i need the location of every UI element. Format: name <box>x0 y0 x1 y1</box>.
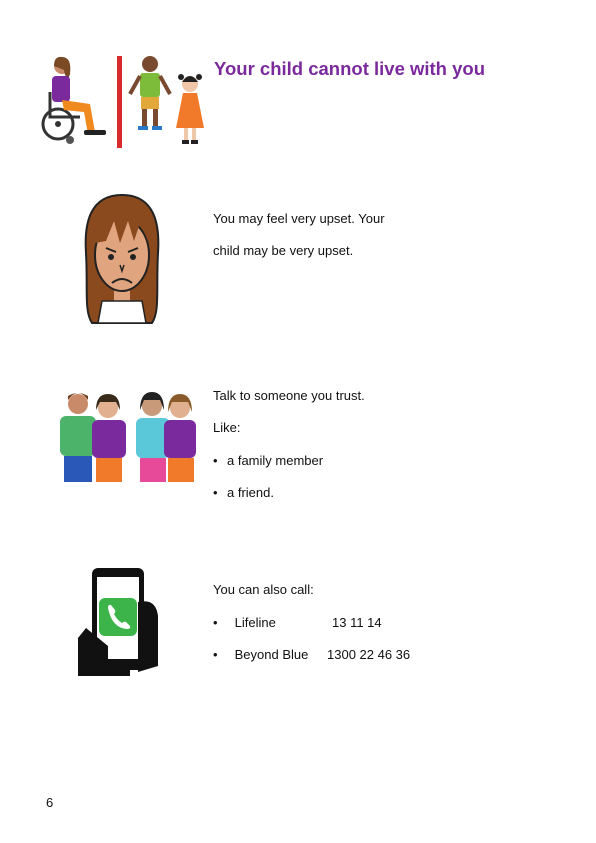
contact-number: 1300 22 46 36 <box>327 647 411 662</box>
contact-name: Beyond Blue <box>234 647 309 662</box>
contact-row-lifeline: • Lifeline <box>213 615 276 631</box>
list-item: • a family member <box>213 453 323 469</box>
contact-row-beyond-blue: • Beyond Blue <box>213 647 308 663</box>
bullet-icon: • <box>213 647 218 662</box>
bullet-icon: • <box>213 615 218 630</box>
parent-separated-from-children-icon <box>40 52 210 152</box>
contact-number: 13 11 14 <box>332 615 382 630</box>
group-of-people-icon <box>56 388 198 482</box>
trust-text-line-2: Like: <box>213 420 241 435</box>
contact-name: Lifeline <box>234 615 276 630</box>
bullet-icon: • <box>213 485 218 500</box>
phone-in-hand-icon <box>78 568 162 676</box>
page-title: Your child cannot live with you <box>214 58 486 79</box>
list-item-text: a friend. <box>227 485 274 500</box>
page-number: 6 <box>46 795 54 810</box>
list-item: • a friend. <box>213 485 274 501</box>
upset-text-line-1: You may feel very upset. Your <box>213 211 385 226</box>
upset-text-line-2: child may be very upset. <box>213 243 354 258</box>
list-item-text: a family member <box>227 453 324 468</box>
upset-face-icon <box>80 193 164 325</box>
call-intro-text: You can also call: <box>213 582 314 597</box>
bullet-icon: • <box>213 453 218 468</box>
trust-text-line-1: Talk to someone you trust. <box>213 388 365 403</box>
